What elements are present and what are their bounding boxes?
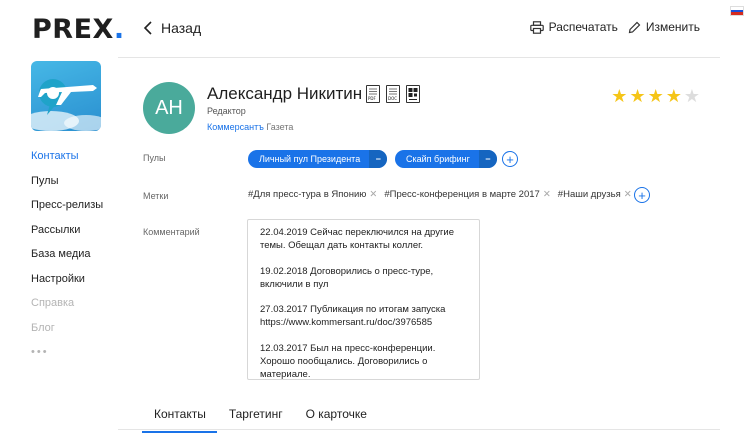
- sidebar-item-blog[interactable]: Блог: [31, 322, 103, 347]
- sidebar-item-mailings[interactable]: Рассылки: [31, 224, 103, 249]
- pools-label: Пулы: [143, 153, 166, 163]
- remove-tag-icon[interactable]: ✕: [369, 189, 377, 200]
- tag-label: #Пресс-конференция в марте 2017: [384, 189, 540, 200]
- chevron-left-icon: [143, 21, 152, 35]
- tag-chip[interactable]: #Для пресс-тура в Японию ✕: [248, 189, 377, 200]
- rating-stars[interactable]: ★ ★ ★ ★ ★: [611, 86, 700, 107]
- comment-box[interactable]: 22.04.2019 Сейчас переключился на другие…: [247, 219, 480, 380]
- avatar: АН: [143, 82, 195, 134]
- star-empty-icon[interactable]: ★: [684, 86, 700, 107]
- app-plane-icon: [31, 61, 101, 131]
- back-label: Назад: [161, 20, 202, 36]
- sidebar-item-media-base[interactable]: База медиа: [31, 248, 103, 273]
- sidebar-more-dots[interactable]: •••: [31, 346, 103, 358]
- pool-chip-label: Скайп брифинг: [406, 154, 470, 164]
- star-icon[interactable]: ★: [629, 86, 645, 107]
- comment-entry: 27.03.2017 Публикация по итогам запуска …: [260, 304, 446, 328]
- contact-organization: Коммерсантъ Газета: [207, 122, 293, 132]
- remove-pool-icon[interactable]: −: [369, 150, 388, 168]
- print-label: Распечатать: [548, 20, 618, 34]
- comment-entry: 22.04.2019 Сейчас переключился на другие…: [260, 227, 455, 251]
- tag-chip[interactable]: #Пресс-конференция в марте 2017 ✕: [384, 189, 550, 200]
- publication-type: Газета: [266, 122, 294, 132]
- sidebar-item-help[interactable]: Справка: [31, 297, 103, 322]
- add-pool-button[interactable]: +: [502, 151, 518, 167]
- star-icon[interactable]: ★: [648, 86, 664, 107]
- svg-text:DOC: DOC: [388, 96, 397, 101]
- pdf-icon[interactable]: PDF: [366, 85, 380, 103]
- doc-icon[interactable]: DOC: [386, 85, 400, 103]
- tags-label: Метки: [143, 191, 169, 201]
- edit-label: Изменить: [645, 20, 700, 34]
- add-tag-button[interactable]: +: [634, 187, 650, 203]
- remove-tag-icon[interactable]: ✕: [624, 189, 632, 200]
- edit-button[interactable]: Изменить: [628, 20, 700, 34]
- star-icon[interactable]: ★: [666, 86, 682, 107]
- remove-pool-icon[interactable]: −: [478, 150, 497, 168]
- tabs-divider: [118, 429, 720, 430]
- tag-chip[interactable]: #Наши друзья ✕: [558, 189, 632, 200]
- print-button[interactable]: Распечатать: [529, 20, 618, 34]
- tag-label: #Для пресс-тура в Японию: [248, 189, 367, 200]
- publication-link[interactable]: Коммерсантъ: [207, 122, 264, 132]
- remove-tag-icon[interactable]: ✕: [543, 189, 551, 200]
- qr-icon[interactable]: [406, 85, 420, 103]
- contact-name: Александр Никитин: [207, 84, 363, 103]
- header-divider: [118, 57, 720, 58]
- prex-logo[interactable]: PREX.: [32, 14, 125, 45]
- ru-flag-icon[interactable]: [730, 6, 744, 16]
- pool-chip[interactable]: Скайп брифинг −: [395, 150, 497, 168]
- pool-chip[interactable]: Личный пул Президента −: [248, 150, 388, 168]
- sidebar-nav: Контакты Пулы Пресс-релизы Рассылки База…: [31, 150, 103, 358]
- comment-entry: 12.03.2017 Был на пресс-конференции. Хор…: [260, 342, 436, 380]
- sidebar-item-contacts[interactable]: Контакты: [31, 150, 103, 175]
- contact-role: Редактор: [207, 106, 246, 116]
- tag-label: #Наши друзья: [557, 189, 621, 200]
- sidebar-item-press-releases[interactable]: Пресс-релизы: [31, 199, 103, 224]
- pencil-icon: [628, 21, 641, 33]
- sidebar-item-pools[interactable]: Пулы: [31, 175, 103, 200]
- tag-list: #Для пресс-тура в Японию ✕ #Пресс-конфере…: [248, 189, 632, 200]
- pool-chip-label: Личный пул Президента: [259, 154, 361, 164]
- comment-entry: 19.02.2018 Договорились о пресс-туре, вк…: [260, 265, 434, 290]
- back-button[interactable]: Назад: [143, 20, 201, 36]
- comment-label: Комментарий: [143, 227, 200, 237]
- printer-icon: [529, 20, 544, 34]
- star-icon[interactable]: ★: [611, 86, 627, 107]
- svg-text:PDF: PDF: [368, 96, 376, 101]
- sidebar-item-settings[interactable]: Настройки: [31, 273, 103, 298]
